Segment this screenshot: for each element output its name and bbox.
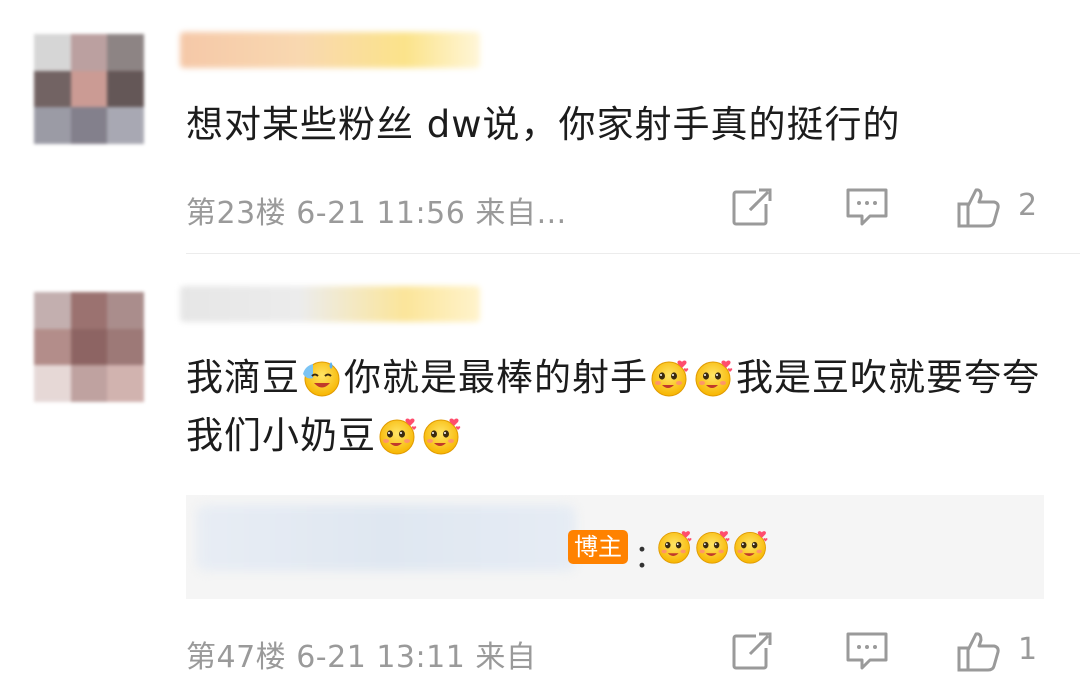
comment-meta: 第47楼 6-21 13:11 来自 bbox=[186, 640, 537, 675]
comment-text: 我滴豆 你就是最棒的射手 我是豆吹就要夸夸我们小奶豆 bbox=[186, 349, 1040, 465]
divider bbox=[186, 253, 1080, 254]
share-edit-icon[interactable] bbox=[730, 184, 776, 230]
comment-icon[interactable] bbox=[844, 184, 890, 230]
love-face-emoji-icon bbox=[694, 527, 732, 565]
love-face-emoji-icon bbox=[649, 356, 691, 398]
comment-meta-row: 第47楼 6-21 13:11 来自 1 bbox=[186, 626, 1046, 675]
thumbs-up-icon[interactable] bbox=[956, 184, 1002, 230]
comment-meta: 第23楼 6-21 11:56 来自… bbox=[186, 196, 567, 231]
love-face-emoji-icon bbox=[732, 527, 770, 565]
like-count: 2 bbox=[1018, 188, 1038, 223]
comment-text: 想对某些粉丝 dw说，你家射手真的挺行的 bbox=[186, 103, 901, 146]
comment-text-part: 我滴豆 bbox=[186, 356, 300, 399]
comment-icon[interactable] bbox=[844, 628, 890, 674]
reply-preview[interactable]: 博主 ： bbox=[186, 495, 1044, 599]
love-face-emoji-icon bbox=[421, 414, 463, 456]
comment-text-part: 你就是最棒的射手 bbox=[344, 356, 648, 399]
comment-meta-row: 第23楼 6-21 11:56 来自… 2 bbox=[186, 182, 1046, 231]
comment-item: 想对某些粉丝 dw说，你家射手真的挺行的 第23楼 6-21 11:56 来自…… bbox=[0, 0, 1080, 256]
avatar[interactable] bbox=[34, 34, 144, 144]
share-edit-icon[interactable] bbox=[730, 628, 776, 674]
comment-item: 我滴豆 你就是最棒的射手 我是豆吹就要夸夸我们小奶豆 博主 ： 第47楼 6-21 … bbox=[0, 256, 1080, 675]
love-face-emoji-icon bbox=[377, 414, 419, 456]
love-face-emoji-icon bbox=[656, 527, 694, 565]
thumbs-up-icon[interactable] bbox=[956, 628, 1002, 674]
author-badge: 博主 bbox=[568, 530, 628, 564]
username[interactable] bbox=[180, 286, 480, 322]
reply-content bbox=[656, 527, 770, 569]
username[interactable] bbox=[180, 32, 480, 68]
avatar[interactable] bbox=[34, 292, 144, 402]
reply-author[interactable] bbox=[196, 505, 576, 571]
sweat-smile-emoji-icon bbox=[301, 356, 343, 398]
like-count: 1 bbox=[1018, 632, 1038, 667]
love-face-emoji-icon bbox=[693, 356, 735, 398]
